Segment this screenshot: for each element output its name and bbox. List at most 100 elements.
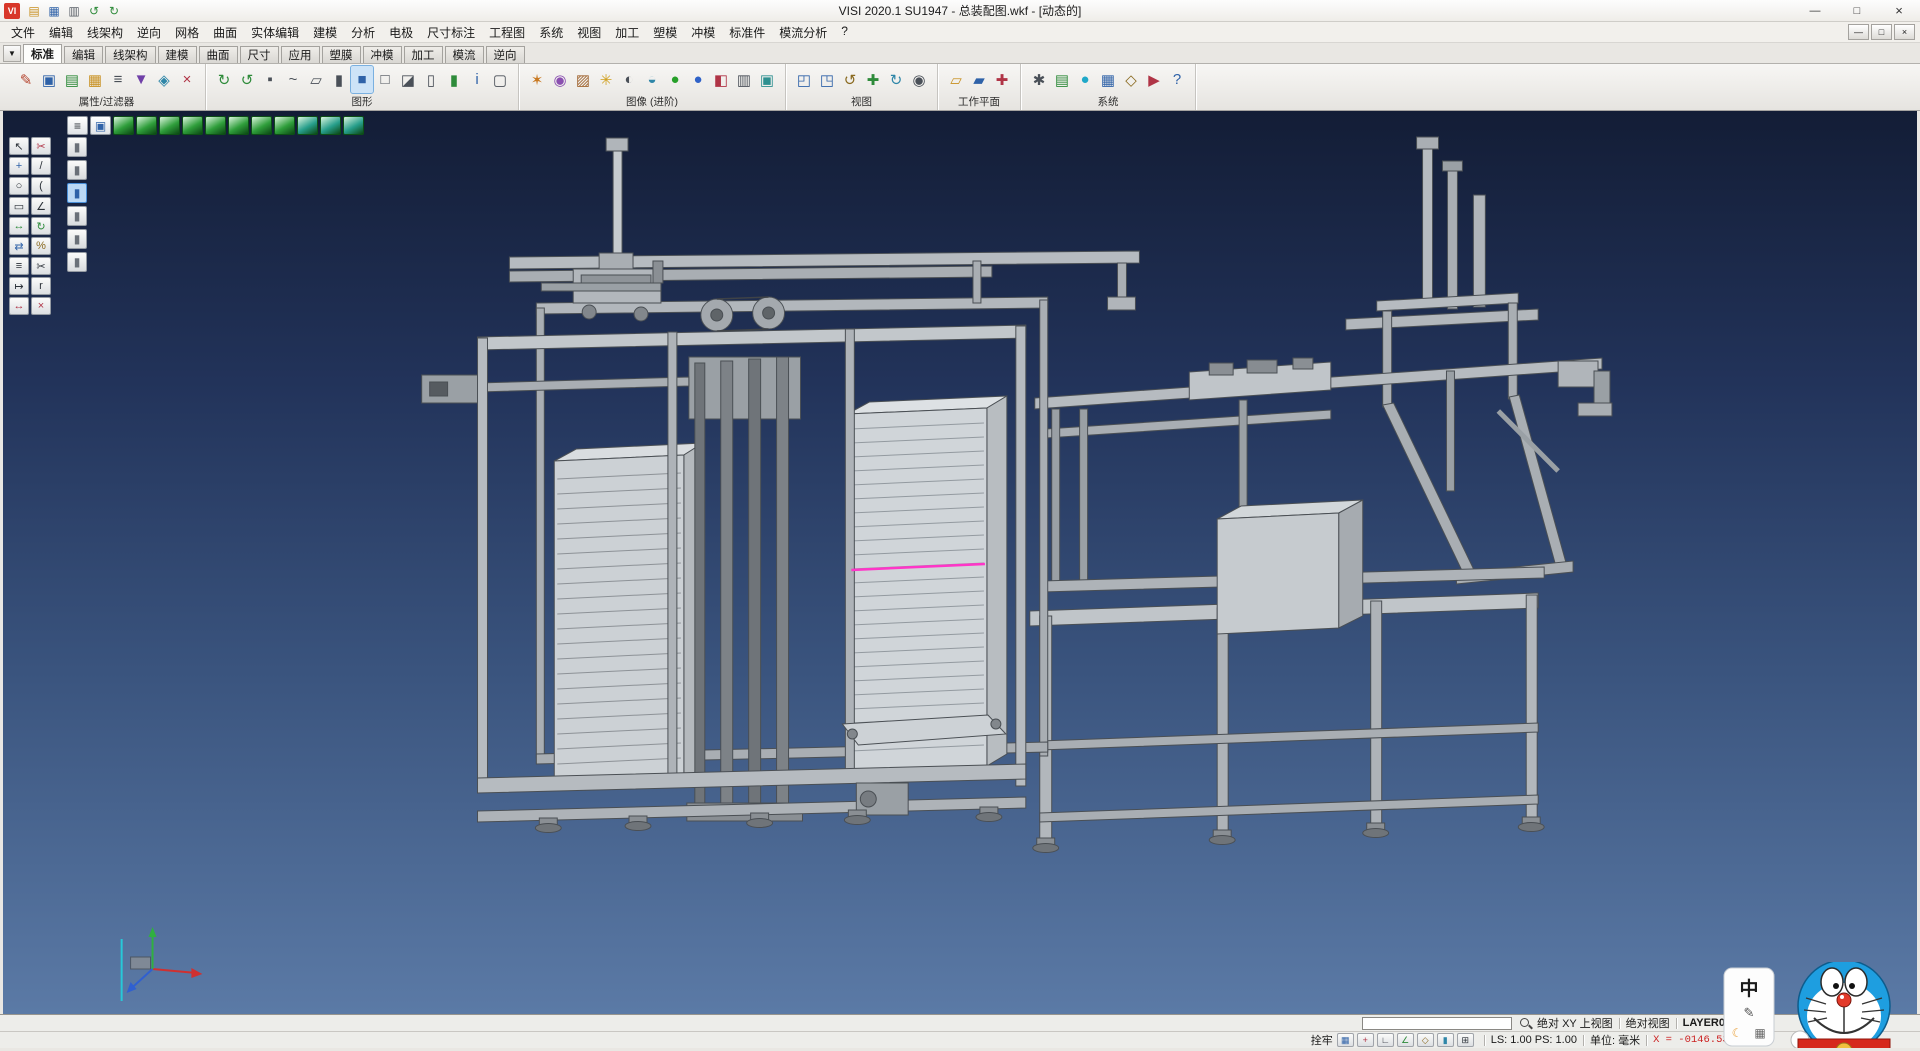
ime-pen-icon[interactable]: ✎ [1744,1005,1755,1020]
sketch-arc-icon[interactable]: ( [31,177,51,195]
menu-item-19[interactable]: 模流分析 [772,22,834,43]
entity-snap-icon[interactable]: ◇ [1417,1033,1434,1047]
snap-point-tool-icon[interactable]: + [9,157,29,175]
menu-item-10[interactable]: 电极 [382,22,420,43]
close-button[interactable]: × [1878,0,1920,21]
entity-filter-icon[interactable]: ▼ [130,66,152,93]
print-icon[interactable]: ▥ [65,2,83,20]
tab-12[interactable]: 逆向 [486,46,525,63]
macro-player-icon[interactable]: ▶ [1143,66,1165,93]
line-style-icon[interactable]: ≡ [107,66,129,93]
menu-item-13[interactable]: 系统 [532,22,570,43]
menu-item-8[interactable]: 建模 [306,22,344,43]
extend-icon[interactable]: ↦ [9,277,29,295]
help-icon[interactable]: ? [1166,66,1188,93]
system-settings-icon[interactable]: ✱ [1028,66,1050,93]
tab-7[interactable]: 应用 [281,46,320,63]
all-visibility-icon[interactable]: ▮ [67,252,87,272]
blank-entities-icon[interactable]: ▯ [420,66,442,93]
point-display-icon[interactable]: ▪ [259,66,281,93]
menu-item-6[interactable]: 曲面 [206,22,244,43]
workplane-icon[interactable]: ▱ [945,66,967,93]
menu-item-20[interactable]: ? [834,22,855,43]
ime-moon-icon[interactable]: ☾ [1732,1026,1743,1040]
tab-6[interactable]: 尺寸 [240,46,279,63]
tab-4[interactable]: 建模 [158,46,197,63]
tab-2[interactable]: 编辑 [64,46,103,63]
dimetric-view-icon[interactable] [297,116,318,135]
scale-icon[interactable]: % [31,237,51,255]
search-icon[interactable] [1518,1016,1533,1030]
tab-5[interactable]: 曲面 [199,46,238,63]
rotate-view-icon[interactable]: ↻ [885,66,907,93]
undo-icon[interactable]: ↺ [85,2,103,20]
axonometric-view-icon[interactable] [113,116,134,135]
offset-icon[interactable]: ≡ [9,257,29,275]
color-table-icon[interactable]: ▦ [84,66,106,93]
menu-item-3[interactable]: 线架构 [80,22,130,43]
box-select-icon[interactable]: ▢ [489,66,511,93]
texture-map-icon[interactable]: ▨ [572,66,594,93]
menu-item-1[interactable]: 文件 [4,22,42,43]
zoom-fit-icon[interactable]: ◰ [793,66,815,93]
menu-item-16[interactable]: 塑模 [646,22,684,43]
selection-filter-icon[interactable]: ◈ [153,66,175,93]
polar-tracking-icon[interactable]: ∠ [1397,1033,1414,1047]
tab-1[interactable]: 标准 [23,44,62,63]
ime-keyboard-icon[interactable]: ▦ [1754,1026,1765,1040]
mdi-close-button[interactable]: × [1894,24,1915,40]
surface-display-icon[interactable]: ▱ [305,66,327,93]
viewport-3d[interactable]: ≡▣ ↖✂+/○(▭∠↔↻⇄%≡✂↦r↔× ▮▮▮▮▮▮ [3,111,1917,1014]
minimize-button[interactable]: — [1794,0,1836,21]
pan-view-icon[interactable]: ✚ [862,66,884,93]
menu-item-18[interactable]: 标准件 [722,22,772,43]
sketch-rect-icon[interactable]: ▭ [9,197,29,215]
back-view-icon[interactable] [205,116,226,135]
workplane-by-view-icon[interactable]: ▰ [968,66,990,93]
trim-icon[interactable]: ✂ [31,257,51,275]
view-list-icon[interactable]: ≡ [67,116,88,135]
tab-dropdown-button[interactable]: ▼ [3,45,21,62]
entity-info-icon[interactable]: i [466,66,488,93]
menu-item-9[interactable]: 分析 [344,22,382,43]
tab-11[interactable]: 模流 [445,46,484,63]
green-sphere-icon[interactable]: ● [664,66,686,93]
tab-9[interactable]: 冲模 [363,46,402,63]
menu-item-15[interactable]: 加工 [608,22,646,43]
transparency-icon[interactable]: ◒ [641,66,663,93]
blue-sphere-icon[interactable]: ● [687,66,709,93]
mirror-icon[interactable]: ⇄ [9,237,29,255]
annotations-visibility-icon[interactable]: ▮ [67,229,87,249]
tab-3[interactable]: 线架构 [105,46,156,63]
right-view-icon[interactable] [251,116,272,135]
redo-icon[interactable]: ↻ [105,2,123,20]
grid-icon[interactable]: ▦ [1097,66,1119,93]
open-file-icon[interactable]: ▤ [25,2,43,20]
cut-entity-icon[interactable]: ✂ [31,137,51,155]
zoom-previous-icon[interactable]: ↺ [839,66,861,93]
remove-filter-icon[interactable]: × [176,66,198,93]
workplane-origin-icon[interactable]: ✚ [991,66,1013,93]
menu-item-5[interactable]: 网格 [168,22,206,43]
top-view-icon[interactable] [136,116,157,135]
tab-10[interactable]: 加工 [404,46,443,63]
wireframe-visibility-icon[interactable]: ▮ [67,183,87,203]
window-layout-icon[interactable]: ▣ [90,116,111,135]
shaded-mode-icon[interactable]: ■ [351,66,373,93]
layers-system-icon[interactable]: ▤ [1051,66,1073,93]
active-layer-indicator[interactable]: LAYER0 [1683,1017,1725,1029]
change-attributes-icon[interactable]: ✎ [15,66,37,93]
menu-item-2[interactable]: 编辑 [42,22,80,43]
rotate-icon[interactable]: ↻ [31,217,51,235]
hidden-line-mode-icon[interactable]: ◪ [397,66,419,93]
ime-language-indicator[interactable]: 中 [1739,977,1758,1000]
bottom-view-icon[interactable] [159,116,180,135]
curve-display-icon[interactable]: ~ [282,66,304,93]
view-mode-indicator[interactable]: 绝对 XY 上视图 [1537,1015,1613,1031]
maximize-button[interactable]: □ [1836,0,1878,21]
menu-item-4[interactable]: 逆向 [130,22,168,43]
match-attributes-icon[interactable]: ▣ [38,66,60,93]
mdi-minimize-button[interactable]: — [1848,24,1869,40]
dynamic-rotate-icon[interactable]: ◉ [908,66,930,93]
view-reference-indicator[interactable]: 绝对视图 [1626,1015,1670,1031]
